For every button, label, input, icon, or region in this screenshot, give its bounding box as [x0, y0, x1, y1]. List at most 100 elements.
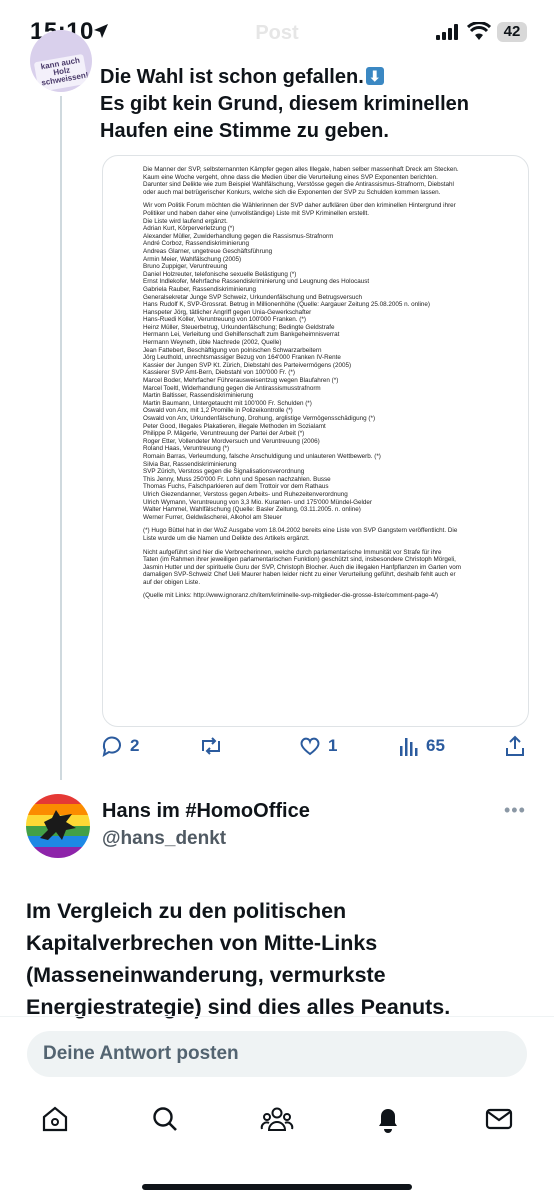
document-line: Hermann Weyneth, üble Nachrede (2002, Qu… — [143, 339, 282, 347]
reply-author-avatar[interactable] — [26, 794, 90, 858]
document-line: Ulrich Wymann, Veruntreuung von 3,3 Mio.… — [143, 498, 373, 506]
document-line: Peter Good, Illegales Plakatieren, illeg… — [143, 422, 326, 430]
document-line: Die Liste wird laufend ergänzt. — [143, 217, 228, 225]
document-line: Jean Fattebert, Beschäftigung von polnis… — [143, 346, 322, 354]
heart-icon — [300, 737, 320, 756]
avatar-sign-text: kann auch Holz schweissen! — [40, 55, 90, 88]
document-line: Kassier der Jungen SVP Kt. Zürich, Diebs… — [143, 361, 352, 369]
notifications-icon[interactable] — [374, 1104, 402, 1134]
location-arrow-icon — [94, 24, 108, 38]
reply-text-line: Im Vergleich zu den politischen — [26, 899, 347, 923]
document-line: oder auch mal betrügerischer Konkurs, we… — [143, 188, 441, 196]
document-line: Bruno Zuppiger, Veruntreuung — [143, 263, 228, 271]
bottom-tab-bar — [0, 1092, 554, 1162]
document-line: Walter Hammel, Wahlfälschung (Quelle: Ba… — [143, 506, 361, 514]
like-count: 1 — [328, 736, 338, 755]
document-line: André Corboz, Rassendiskriminierung — [143, 240, 250, 248]
document-line: Roger Etter, Vollendeter Mordversuch und… — [143, 437, 320, 445]
document-line: Politiker und haben daher eine (unvollst… — [143, 209, 369, 217]
document-line: Liste wurde um die Namen und Delikte des… — [143, 534, 310, 542]
battery-indicator: 42 — [497, 22, 527, 42]
reply-text-line: Kapitalverbrechen von Mitte-Links — [26, 931, 378, 955]
reply-icon — [102, 736, 121, 758]
document-line: Marcel Boder, Mehrfacher Führerausweisen… — [143, 377, 339, 385]
reply-input-placeholder: Deine Antwort posten — [43, 1043, 239, 1064]
reply-text: Im Vergleich zu den politischen Kapitalv… — [26, 895, 536, 1023]
reply-count: 2 — [130, 736, 140, 755]
tweet-line: Die Wahl ist schon gefallen. ⬇ — [100, 64, 520, 91]
document-line: Taten (im Rahmen ihrer jeweiligen parlam… — [143, 556, 456, 564]
search-icon[interactable] — [150, 1104, 180, 1134]
document-line: Heinz Müller, Steuerbetrug, Urkundenfäls… — [143, 323, 335, 331]
document-line: Nicht aufgeführt sind hier die Verbreche… — [143, 548, 442, 556]
author-avatar[interactable]: kann auch Holz schweissen! — [30, 30, 92, 92]
document-line: Jörg Leuthold, unrechtsmassiger Bezug vo… — [143, 354, 341, 362]
share-icon — [506, 735, 524, 756]
document-line: Hans-Ruedi Koller, Veruntreuung von 100'… — [143, 316, 306, 324]
repost-action[interactable] — [198, 734, 224, 758]
home-indicator — [142, 1184, 412, 1190]
communities-icon[interactable] — [260, 1104, 294, 1134]
document-line: Daniel Holzreuter, telefonische sexuelle… — [143, 270, 297, 278]
avatar-sign: kann auch Holz schweissen! — [33, 53, 90, 92]
document-line: Ernst Indlekofer, Mehrfache Rassendiskri… — [143, 278, 370, 286]
document-line: (Quelle mit Links: http://www.ignoranz.c… — [143, 592, 439, 600]
reply-text-line: (Masseneinwanderung, vermurkste — [26, 963, 386, 987]
document-line: Roland Haas, Veruntreuung (*) — [143, 445, 230, 453]
document-line: Darunter sind Delikte wie zum Beispiel W… — [143, 181, 454, 189]
views-count: 65 — [426, 736, 445, 755]
down-arrow-emoji-icon: ⬇ — [365, 67, 384, 85]
document-line: Philippe P. Mägerle, Veruntreuung der Pa… — [143, 430, 305, 438]
document-line: damaligen SVP-Schweiz Chef Ueli Maurer h… — [143, 571, 456, 579]
document-line: Hermann Lei, Verleitung und Gehilfenscha… — [143, 331, 340, 339]
reply-author-handle[interactable]: @hans_denkt — [102, 828, 226, 850]
tweet-line: Es gibt kein Grund, diesem kriminellen — [100, 93, 469, 115]
document-line: Armin Meier, Wahlfälschung (2005) — [143, 255, 242, 263]
document-line: Die Manner der SVP, selbsternannten Kämp… — [143, 166, 459, 173]
reply-author-name[interactable]: Hans im #HomoOffice — [102, 800, 310, 823]
ibex-emblem-icon — [40, 810, 76, 840]
reply-action[interactable]: 2 — [100, 734, 139, 758]
document-line: Hans Rudolf K, SVP-Grossrat. Betrug in M… — [143, 301, 431, 309]
more-options-icon[interactable]: ••• — [504, 800, 526, 821]
repost-icon — [202, 737, 220, 755]
home-icon[interactable] — [40, 1104, 70, 1134]
document-line: Ulrich Giezendanner, Verstoss gegen Arbe… — [143, 490, 348, 498]
document-line: Oswald von Arx, mit 1,2 Promille in Poli… — [143, 407, 293, 415]
document-line: Thomas Fuchs, Falschparkieren auf dem Tr… — [143, 483, 329, 491]
views-chart-icon — [400, 738, 418, 756]
document-line: Hanspeter Jörg, tätlicher Angriff gegen … — [143, 308, 312, 316]
messages-icon[interactable] — [484, 1104, 514, 1134]
signal-icon — [436, 24, 458, 40]
like-action[interactable]: 1 — [298, 734, 337, 758]
document-line: Werner Furrer, Geldwäscherei, Alkohol am… — [143, 513, 282, 521]
composer-divider — [0, 1016, 554, 1017]
document-line: Wir vom Politik Forum möchten die Wähler… — [143, 202, 456, 210]
thread-line — [60, 96, 62, 780]
document-line: Oswald von Arx, Urkundenfälschung, Drohu… — [143, 415, 376, 422]
document-line: (*) Hugo Büttel hat in der WoZ Ausgabe v… — [143, 527, 458, 535]
document-line: Jasmin Hutter und der spirituelle Guru d… — [143, 563, 462, 571]
document-line: Martin Baltisser, Rassendiskriminierung — [143, 392, 254, 400]
document-line: Alexander Müller, Zuwiderhandlung gegen … — [143, 232, 334, 240]
document-line: Romain Barras, Verleumdung, falsche Ansc… — [143, 452, 381, 460]
document-line: SVP Zürich, Verstoss gegen die Signalisa… — [143, 468, 305, 476]
reply-input[interactable]: Deine Antwort posten — [27, 1031, 527, 1077]
share-action[interactable] — [504, 734, 526, 758]
document-line: Marcel Toeltl, Widerhandlung gegen die A… — [143, 384, 321, 392]
document-line: Martin Baumann, Untergetaucht mit 100'00… — [143, 399, 312, 407]
tweet-actions: 2 1 65 — [100, 734, 530, 764]
document-text: Die Manner der SVP, selbsternannten Kämp… — [143, 166, 503, 600]
document-line: Silvia Bar, Rassendiskriminierung — [143, 460, 237, 468]
document-line: Kaum eine Woche vergeht, ohne dass die M… — [143, 173, 438, 181]
reply-text-line: Energiestrategie) sind dies alles Peanut… — [26, 995, 451, 1019]
document-line: Generalsekretar Junge SVP Schweiz, Urkun… — [143, 293, 362, 301]
attached-document-image[interactable]: Die Manner der SVP, selbsternannten Kämp… — [102, 155, 529, 727]
document-line: Gabriela Rauber, Rassendiskriminierung — [143, 285, 257, 293]
tweet-line: Haufen eine Stimme zu geben. — [100, 120, 389, 142]
views-action[interactable]: 65 — [398, 734, 445, 758]
tweet-text: Die Wahl ist schon gefallen. ⬇ Es gibt ke… — [100, 64, 520, 145]
document-line: Kassierer SVP Amt-Bern, Diebstahl von 10… — [143, 369, 295, 377]
document-line: auf der obigen Liste. — [143, 578, 201, 586]
document-line: Andreas Glarner, ungetreue Geschäftsführ… — [143, 247, 273, 255]
